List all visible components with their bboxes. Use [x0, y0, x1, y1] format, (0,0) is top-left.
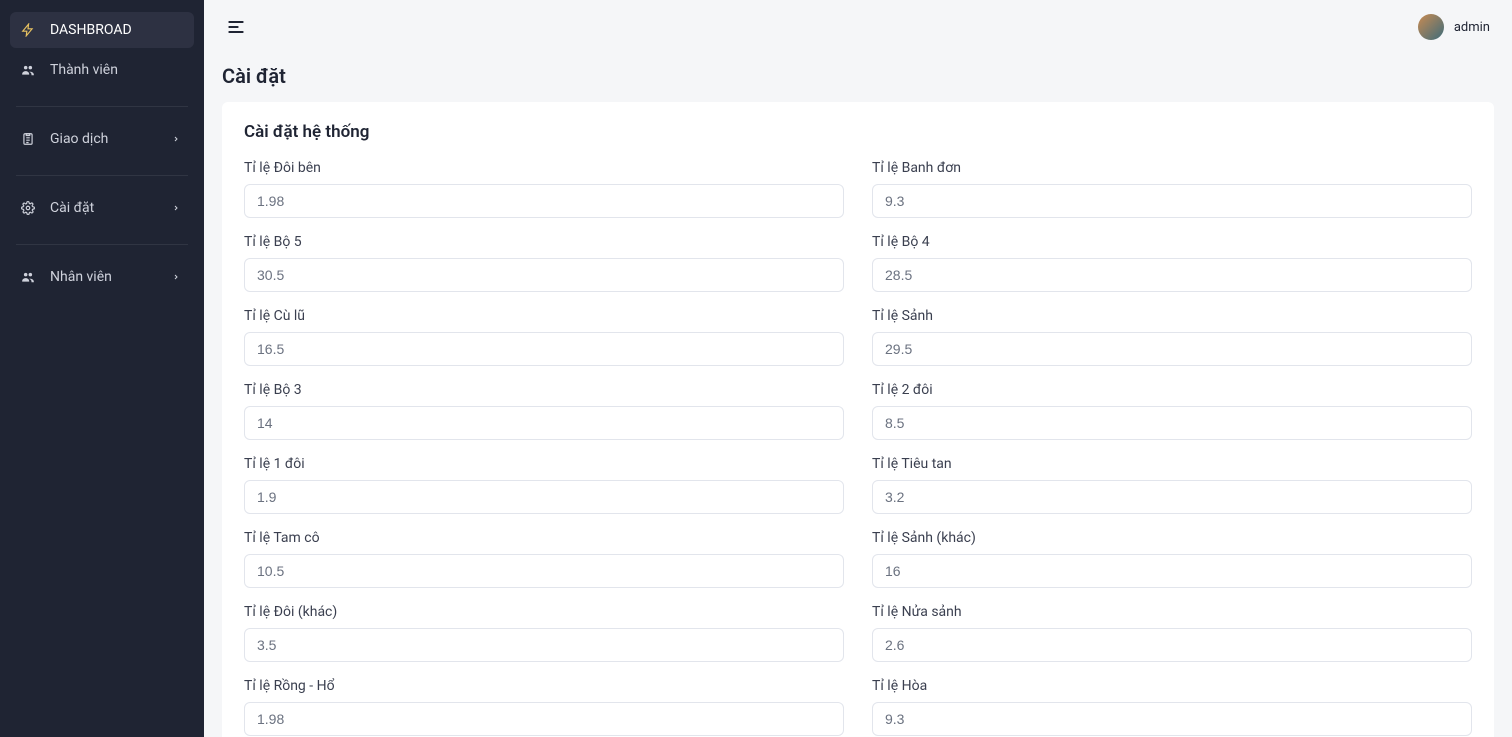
field-input[interactable]	[872, 554, 1472, 588]
field-label: Tỉ lệ Bộ 4	[872, 234, 1472, 250]
form-field: Tỉ lệ Tam cô	[244, 530, 844, 588]
form-field: Tỉ lệ Bộ 4	[872, 234, 1472, 292]
field-label: Tỉ lệ Banh đơn	[872, 160, 1472, 176]
gear-icon	[20, 200, 36, 216]
sidebar: DASHBROAD Thành viên Giao dịch Cài đặt	[0, 0, 204, 737]
field-label: Tỉ lệ Bộ 5	[244, 234, 844, 250]
field-input[interactable]	[244, 406, 844, 440]
field-label: Tỉ lệ Tam cô	[244, 530, 844, 546]
chevron-right-icon	[168, 269, 184, 285]
form-field: Tỉ lệ Banh đơn	[872, 160, 1472, 218]
field-input[interactable]	[872, 480, 1472, 514]
sidebar-item-label: Giao dịch	[50, 131, 154, 147]
field-input[interactable]	[872, 184, 1472, 218]
field-input[interactable]	[872, 332, 1472, 366]
form-field: Tỉ lệ Đôi (khác)	[244, 604, 844, 662]
sidebar-divider	[16, 175, 188, 176]
field-input[interactable]	[244, 332, 844, 366]
field-label: Tỉ lệ Cù lũ	[244, 308, 844, 324]
form-field: Tỉ lệ Nửa sảnh	[872, 604, 1472, 662]
page-title: Cài đặt	[204, 54, 1512, 102]
form-field: Tỉ lệ Sảnh (khác)	[872, 530, 1472, 588]
bolt-icon	[20, 22, 36, 38]
field-input[interactable]	[244, 554, 844, 588]
form-field: Tỉ lệ Hòa	[872, 678, 1472, 736]
field-label: Tỉ lệ Rồng - Hổ	[244, 678, 844, 694]
field-input[interactable]	[244, 628, 844, 662]
topbar: admin	[204, 0, 1512, 54]
field-label: Tỉ lệ Bộ 3	[244, 382, 844, 398]
form-field: Tỉ lệ Tiêu tan	[872, 456, 1472, 514]
sidebar-item-label: Cài đặt	[50, 200, 154, 216]
sidebar-item-members[interactable]: Thành viên	[10, 52, 194, 88]
menu-toggle-button[interactable]	[222, 13, 250, 41]
field-input[interactable]	[244, 702, 844, 736]
user-menu[interactable]: admin	[1418, 14, 1490, 40]
form-field: Tỉ lệ Sảnh	[872, 308, 1472, 366]
users-icon	[20, 62, 36, 78]
field-label: Tỉ lệ Tiêu tan	[872, 456, 1472, 472]
app: DASHBROAD Thành viên Giao dịch Cài đặt	[0, 0, 1512, 737]
sidebar-item-label: DASHBROAD	[50, 22, 184, 38]
sidebar-item-dashboard[interactable]: DASHBROAD	[10, 12, 194, 48]
user-name: admin	[1454, 20, 1490, 35]
field-input[interactable]	[244, 258, 844, 292]
field-input[interactable]	[872, 702, 1472, 736]
sidebar-item-label: Nhân viên	[50, 269, 154, 285]
sidebar-item-transactions[interactable]: Giao dịch	[10, 121, 194, 157]
chevron-right-icon	[168, 200, 184, 216]
form-field: Tỉ lệ Bộ 3	[244, 382, 844, 440]
sidebar-item-staff[interactable]: Nhân viên	[10, 259, 194, 295]
form-field: Tỉ lệ 1 đôi	[244, 456, 844, 514]
chevron-right-icon	[168, 131, 184, 147]
field-label: Tỉ lệ Sảnh (khác)	[872, 530, 1472, 546]
sidebar-divider	[16, 244, 188, 245]
field-input[interactable]	[244, 184, 844, 218]
main: admin Cài đặt Cài đặt hệ thống Tỉ lệ Đôi…	[204, 0, 1512, 737]
field-input[interactable]	[872, 258, 1472, 292]
form-field: Tỉ lệ Cù lũ	[244, 308, 844, 366]
settings-form: Tỉ lệ Đôi bên Tỉ lệ Banh đơn Tỉ lệ Bộ 5 Tỉ …	[244, 160, 1472, 737]
form-field: Tỉ lệ 2 đôi	[872, 382, 1472, 440]
form-field: Tỉ lệ Đôi bên	[244, 160, 844, 218]
field-label: Tỉ lệ Sảnh	[872, 308, 1472, 324]
field-label: Tỉ lệ Hòa	[872, 678, 1472, 694]
sidebar-item-label: Thành viên	[50, 62, 184, 78]
field-input[interactable]	[244, 480, 844, 514]
card-title: Cài đặt hệ thống	[244, 122, 1472, 142]
sidebar-item-settings[interactable]: Cài đặt	[10, 190, 194, 226]
sidebar-divider	[16, 106, 188, 107]
form-field: Tỉ lệ Bộ 5	[244, 234, 844, 292]
clipboard-icon	[20, 131, 36, 147]
field-input[interactable]	[872, 628, 1472, 662]
avatar	[1418, 14, 1444, 40]
content: Cài đặt hệ thống Tỉ lệ Đôi bên Tỉ lệ Banh…	[204, 102, 1512, 737]
field-input[interactable]	[872, 406, 1472, 440]
field-label: Tỉ lệ 2 đôi	[872, 382, 1472, 398]
form-field: Tỉ lệ Rồng - Hổ	[244, 678, 844, 736]
field-label: Tỉ lệ Nửa sảnh	[872, 604, 1472, 620]
settings-card: Cài đặt hệ thống Tỉ lệ Đôi bên Tỉ lệ Banh…	[222, 102, 1494, 737]
field-label: Tỉ lệ Đôi bên	[244, 160, 844, 176]
staff-icon	[20, 269, 36, 285]
field-label: Tỉ lệ 1 đôi	[244, 456, 844, 472]
field-label: Tỉ lệ Đôi (khác)	[244, 604, 844, 620]
